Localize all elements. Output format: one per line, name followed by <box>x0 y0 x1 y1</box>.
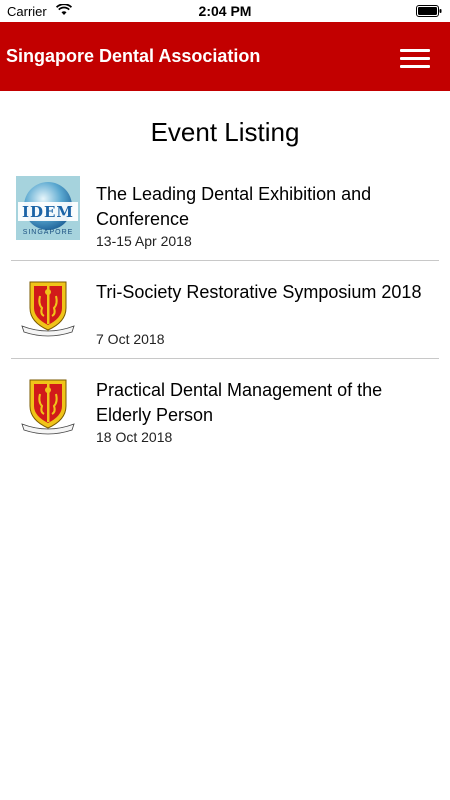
idem-logo-subtext: SINGAPORE <box>22 229 74 236</box>
event-list-item[interactable]: IDEM SINGAPORE The Leading Dental Exhibi… <box>11 163 439 261</box>
clock-time: 2:04 PM <box>198 3 252 19</box>
sda-crest-logo <box>21 379 75 435</box>
event-title: Practical Dental Management of the Elder… <box>96 380 383 425</box>
battery-icon <box>416 5 442 17</box>
app-title: Singapore Dental Association <box>6 46 261 66</box>
sda-crest-logo <box>21 281 75 337</box>
app-header: Singapore Dental Association <box>0 22 450 91</box>
event-date: 13-15 Apr 2018 <box>96 233 192 249</box>
idem-singapore-logo: IDEM SINGAPORE <box>16 176 80 240</box>
event-list-item[interactable]: Practical Dental Management of the Elder… <box>11 359 439 456</box>
event-list-item[interactable]: Tri-Society Restorative Symposium 2018 7… <box>11 261 439 359</box>
event-list: IDEM SINGAPORE The Leading Dental Exhibi… <box>0 163 450 456</box>
event-date: 18 Oct 2018 <box>96 429 173 445</box>
idem-logo-text: IDEM <box>21 203 75 221</box>
hamburger-menu-icon[interactable] <box>400 49 430 69</box>
event-title: Tri-Society Restorative Symposium 2018 <box>96 282 422 302</box>
event-date: 7 Oct 2018 <box>96 331 165 347</box>
event-title: The Leading Dental Exhibition and Confer… <box>96 184 372 229</box>
status-bar: Carrier 2:04 PM <box>0 0 450 22</box>
page-title: Event Listing <box>150 117 300 147</box>
